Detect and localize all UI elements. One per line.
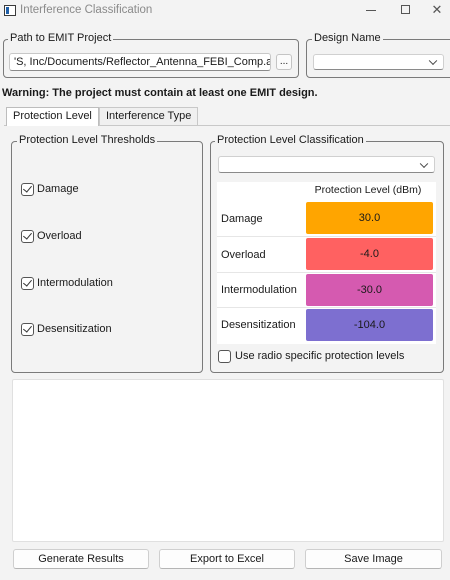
thresholds-group	[11, 141, 203, 373]
export-to-excel-label: Export to Excel	[190, 553, 264, 565]
project-path-value: 'S, Inc/Documents/Reflector_Antenna_FEBI…	[14, 56, 271, 68]
tab-protection-level-label: Protection Level	[13, 110, 92, 122]
table-row-label-overload: Overload	[221, 249, 266, 261]
save-image-label: Save Image	[344, 553, 403, 565]
design-name-group-label: Design Name	[312, 32, 383, 44]
damage-checkbox-label: Damage	[37, 183, 79, 195]
desensitization-checkbox[interactable]	[21, 323, 34, 336]
generate-results-label: Generate Results	[38, 553, 124, 565]
row-divider	[217, 307, 436, 308]
browse-button[interactable]: ...	[276, 54, 292, 70]
desensitization-checkbox-label: Desensitization	[37, 323, 112, 335]
design-name-dropdown[interactable]	[313, 54, 444, 70]
project-path-group-label: Path to EMIT Project	[8, 32, 114, 44]
intermodulation-checkbox[interactable]	[21, 277, 34, 290]
classification-dropdown[interactable]	[218, 156, 435, 173]
intermodulation-level-cell[interactable]: -30.0	[306, 274, 433, 306]
classification-dropdown-value	[219, 157, 223, 169]
classification-group-label: Protection Level Classification	[215, 134, 366, 146]
minimize-button[interactable]	[356, 0, 386, 22]
overload-level-cell[interactable]: -4.0	[306, 238, 433, 270]
damage-checkbox[interactable]	[21, 183, 34, 196]
close-button[interactable]: ✕	[422, 0, 450, 22]
close-icon: ✕	[431, 2, 443, 17]
minimize-icon	[366, 10, 376, 12]
tab-interference-type[interactable]: Interference Type	[99, 107, 199, 125]
table-row-label-intermodulation: Intermodulation	[221, 284, 297, 296]
chevron-down-icon	[428, 56, 438, 66]
project-path-input[interactable]: 'S, Inc/Documents/Reflector_Antenna_FEBI…	[9, 53, 271, 71]
design-name-value	[314, 55, 318, 67]
maximize-icon	[400, 5, 410, 15]
intermodulation-level-value: -30.0	[356, 284, 383, 296]
browse-button-label: ...	[279, 56, 289, 67]
desensitization-level-value: -104.0	[353, 319, 386, 331]
app-icon	[4, 5, 16, 16]
overload-level-value: -4.0	[360, 248, 379, 260]
protection-level-column-header: Protection Level (dBm)	[314, 184, 422, 196]
damage-level-value: 30.0	[358, 212, 381, 224]
overload-checkbox-label: Overload	[37, 230, 82, 242]
overload-checkbox[interactable]	[21, 230, 34, 243]
thresholds-group-label: Protection Level Thresholds	[17, 134, 158, 146]
results-panel	[12, 379, 444, 542]
row-divider	[217, 236, 436, 237]
chevron-down-icon	[419, 159, 429, 168]
tab-protection-level[interactable]: Protection Level	[6, 107, 99, 126]
tab-interference-type-label: Interference Type	[106, 110, 192, 122]
warning-message: Warning: The project must contain at lea…	[2, 87, 318, 99]
generate-results-button[interactable]: Generate Results	[13, 549, 149, 569]
table-row-label-desensitization: Desensitization	[221, 319, 296, 331]
intermodulation-checkbox-label: Intermodulation	[37, 277, 113, 289]
radio-specific-checkbox[interactable]	[218, 350, 231, 363]
window-title: Interference Classification	[20, 4, 153, 16]
table-row-label-damage: Damage	[221, 213, 263, 225]
save-image-button[interactable]: Save Image	[305, 549, 442, 569]
damage-level-cell[interactable]: 30.0	[306, 202, 433, 234]
export-to-excel-button[interactable]: Export to Excel	[159, 549, 295, 569]
maximize-button[interactable]	[390, 0, 420, 22]
radio-specific-checkbox-label: Use radio specific protection levels	[235, 350, 405, 362]
desensitization-level-cell[interactable]: -104.0	[306, 309, 433, 341]
row-divider	[217, 272, 436, 273]
